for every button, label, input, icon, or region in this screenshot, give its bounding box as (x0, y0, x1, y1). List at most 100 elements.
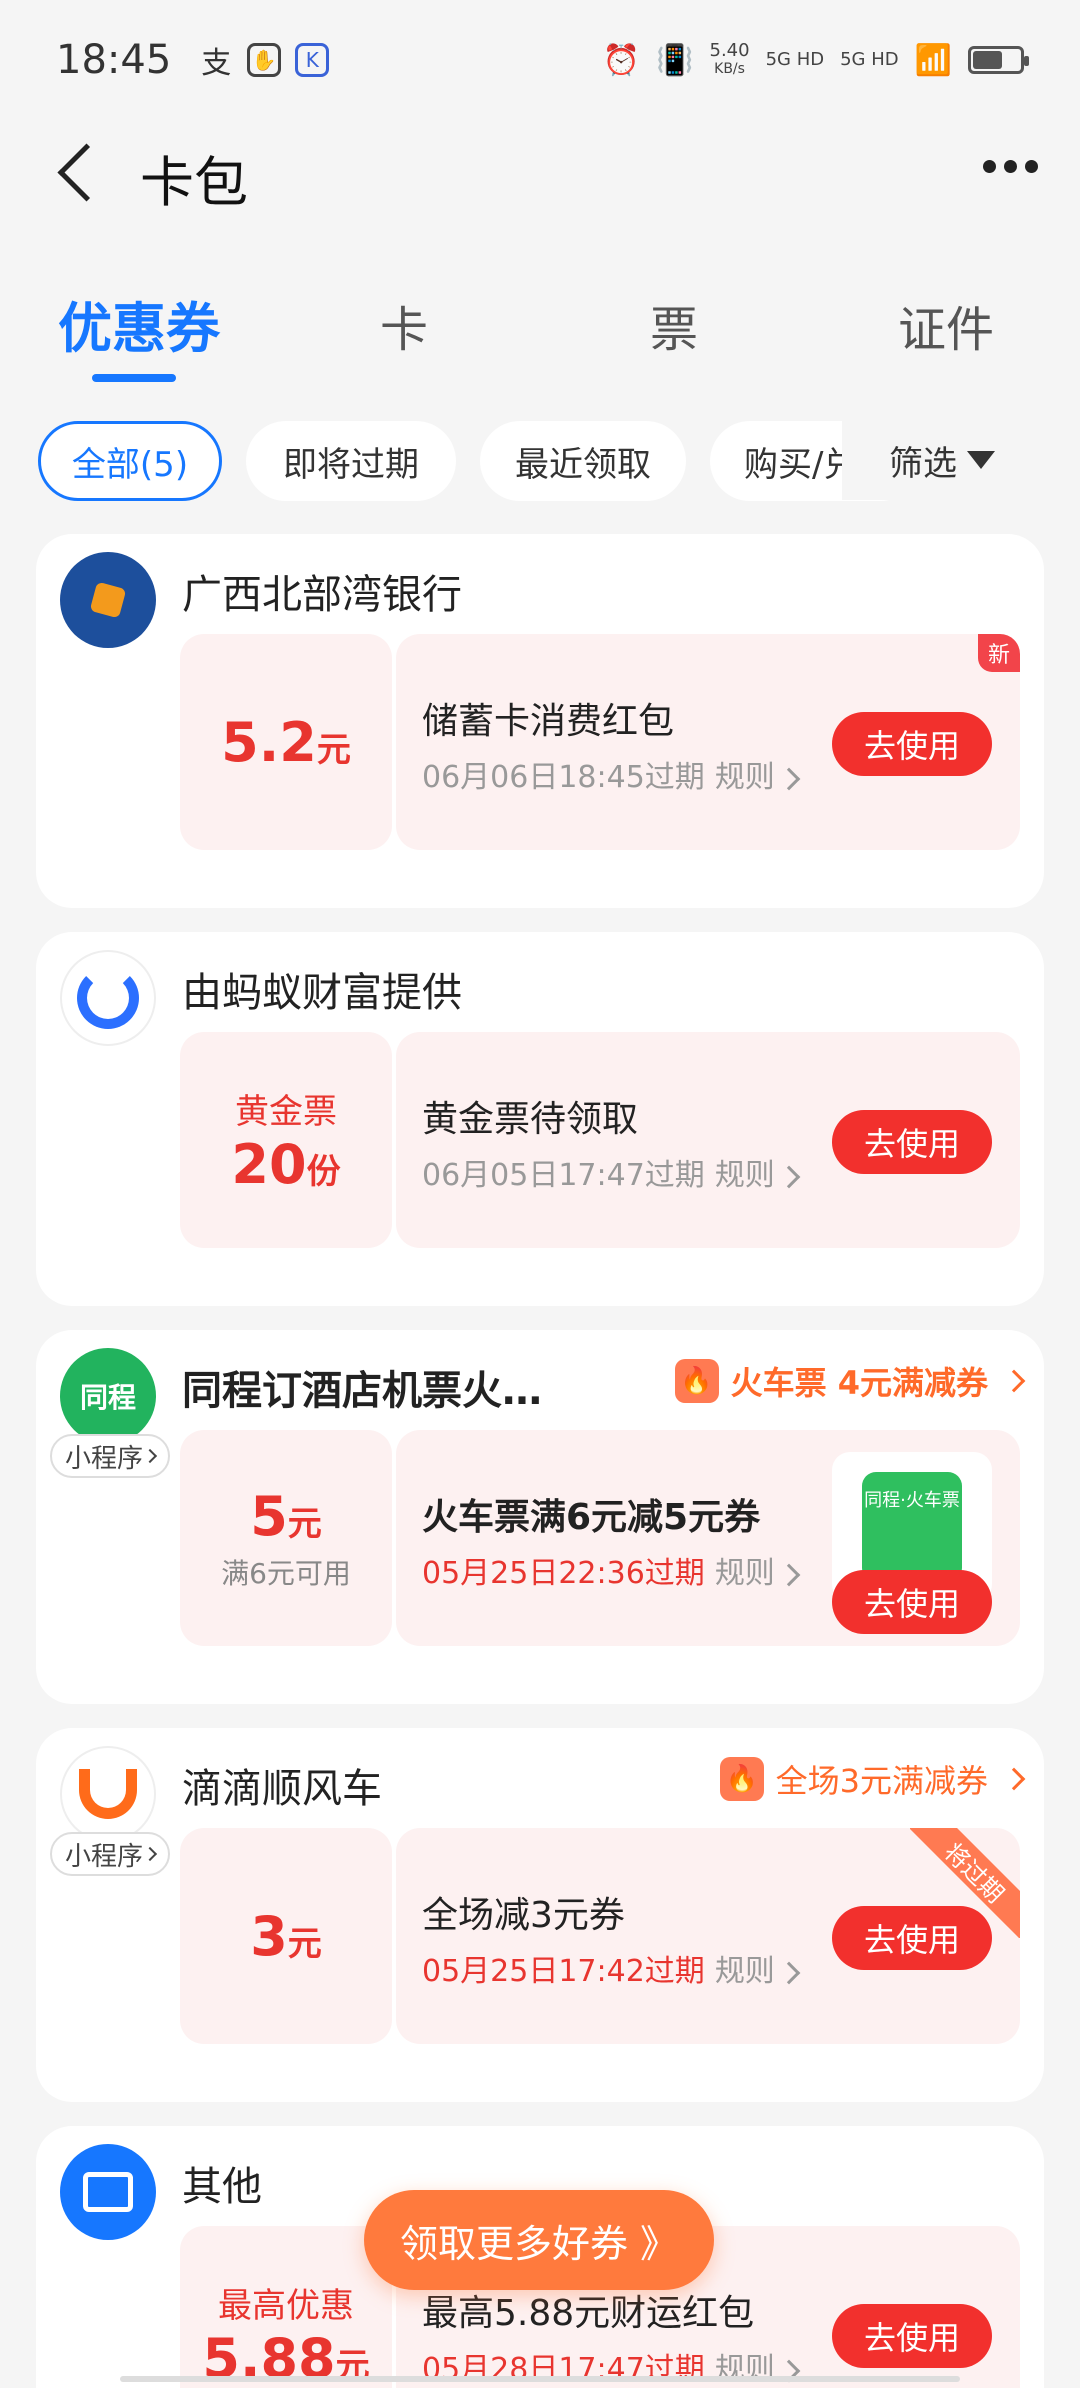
signal-1-icon: 5G HD (765, 49, 825, 70)
coupon-amount: 5元 满6元可用 (180, 1430, 392, 1646)
tongcheng-logo-icon: 同程 (60, 1348, 156, 1444)
status-bar: 18:45 支 ✋ K ⏰ 📳 5.40 KB/s 5G HD 5G HD 📶 (0, 0, 1080, 120)
coupon[interactable]: 3元 将过期 全场减3元券 05月25日17:42过期 规则 去使用 (180, 1828, 1020, 2044)
amount-value: 5 (250, 1484, 288, 1548)
system-icons: ⏰ 📳 5.40 KB/s 5G HD 5G HD 📶 (602, 42, 1029, 78)
promo-text: 火车票 4元满减券 (730, 1364, 988, 1402)
rule-label: 规则 (714, 1158, 775, 1193)
coupon-amount: 最高优惠 5.88元 (180, 2226, 392, 2388)
page-title: 卡包 (140, 151, 248, 214)
amount-value: 3 (250, 1904, 288, 1968)
store-logo-icon (60, 2144, 156, 2240)
mini-label: 小程序 (64, 1443, 143, 1474)
amount-unit: 元 (287, 1923, 322, 1964)
use-button[interactable]: 去使用 (832, 1110, 992, 1174)
more-icon[interactable] (983, 160, 1038, 173)
mini-program-badge[interactable]: 小程序 (50, 1832, 170, 1876)
amount-value: 5.2 (221, 710, 317, 774)
thumb-label: 同程·火车票 (862, 1472, 962, 1582)
amount-unit: 元 (287, 1503, 322, 1544)
coupon-expire: 05月25日17:42过期 规则 (422, 1946, 801, 1990)
home-indicator[interactable] (120, 2376, 960, 2382)
coupon-title: 储蓄卡消费红包 (422, 701, 675, 742)
vibrate-icon: 📳 (656, 42, 694, 78)
coupon-card: 同程 小程序 同程订酒店机票火… 🔥 火车票 4元满减券 5元 满6元可用 火车… (36, 1330, 1044, 1704)
expire-text: 05月25日22:36过期 (422, 1556, 705, 1591)
rule-link[interactable]: 规则 (714, 760, 801, 795)
coupon-info: 将过期 全场减3元券 05月25日17:42过期 规则 去使用 (396, 1828, 1020, 2044)
clock: 18:45 (56, 37, 172, 83)
expire-text: 05月25日17:42过期 (422, 1954, 705, 1989)
use-button[interactable]: 去使用 (832, 712, 992, 776)
amount-condition: 满6元可用 (221, 1556, 351, 1590)
use-button[interactable]: 去使用 (832, 1906, 992, 1970)
battery-icon (968, 46, 1029, 74)
coupon-info: 火车票满6元减5元券 05月25日22:36过期 规则 同程·火车票 去使用 (396, 1430, 1020, 1646)
coupon-info: 黄金票待领取 06月05日17:47过期 规则 去使用 (396, 1032, 1020, 1248)
filter-button[interactable]: 筛选 (842, 420, 1042, 500)
merchant-name: 由蚂蚁财富提供 (182, 970, 462, 1016)
coupon-title: 火车票满6元减5元券 (422, 1497, 761, 1538)
merchant-name: 滴滴顺风车 (182, 1766, 382, 1812)
coupon-expire: 06月05日17:47过期 规则 (422, 1150, 801, 1194)
net-speed: 5.40 KB/s (710, 42, 750, 78)
coupon-amount: 5.2元 (180, 634, 392, 850)
coupon-card: 小程序 滴滴顺风车 🔥 全场3元满减券 3元 将过期 全场减3元券 05月25日… (36, 1728, 1044, 2102)
notification-icons: 支 ✋ K (199, 43, 330, 81)
amount-label: 黄金票 (235, 1092, 337, 1132)
chip-recent[interactable]: 最近领取 (480, 421, 686, 501)
flame-icon: 🔥 (719, 1757, 764, 1801)
back-icon[interactable] (48, 136, 108, 206)
ant-wealth-logo-icon (60, 950, 156, 1046)
expire-text: 06月06日18:45过期 (422, 760, 705, 795)
rule-link[interactable]: 规则 (714, 1158, 801, 1193)
rule-label: 规则 (714, 760, 775, 795)
coupon-expire: 06月06日18:45过期 规则 (422, 752, 801, 796)
amount-unit: 份 (306, 1152, 341, 1192)
filter-label: 筛选 (889, 443, 957, 484)
tab-coupons[interactable]: 优惠券 (58, 284, 220, 363)
wifi-icon: 📶 (914, 42, 952, 78)
k-app-notify-icon: K (295, 43, 330, 77)
tab-tickets[interactable]: 票 (650, 290, 698, 360)
amount-label: 最高优惠 (218, 2286, 354, 2326)
tab-ids[interactable]: 证件 (898, 290, 994, 360)
amount-value: 20 (231, 1133, 307, 1196)
signal-2-icon: 5G HD (840, 49, 899, 70)
flame-icon: 🔥 (674, 1359, 719, 1403)
chip-expiring[interactable]: 即将过期 (246, 421, 456, 501)
logo-text: 同程 (79, 1381, 136, 1414)
new-badge: 新 (978, 634, 1020, 672)
coupon-card: 广西北部湾银行 5.2元 新 储蓄卡消费红包 06月06日18:45过期 规则 去… (36, 534, 1044, 908)
get-more-coupons-button[interactable]: 领取更多好券 》 (364, 2190, 714, 2290)
alipay-notify-icon: 支 (201, 46, 232, 81)
rule-link[interactable]: 规则 (715, 1954, 801, 1989)
merchant-name: 广西北部湾银行 (182, 572, 462, 618)
merchant-name: 其他 (182, 2164, 262, 2210)
mini-program-badge[interactable]: 小程序 (50, 1434, 170, 1478)
coupon-title: 全场减3元券 (422, 1895, 625, 1936)
promo-text: 全场3元满减券 (775, 1762, 988, 1800)
chip-all[interactable]: 全部(5) (38, 421, 222, 501)
coupon-amount: 黄金票 20份 (180, 1032, 392, 1248)
didi-logo-icon (60, 1746, 156, 1842)
coupon[interactable]: 5.2元 新 储蓄卡消费红包 06月06日18:45过期 规则 去使用 (180, 634, 1020, 850)
coupon-title: 最高5.88元财运红包 (422, 2293, 755, 2334)
promo-link[interactable]: 🔥 火车票 4元满减券 (674, 1358, 1026, 1404)
coupon-card: 由蚂蚁财富提供 黄金票 20份 黄金票待领取 06月05日17:47过期 规则 去… (36, 932, 1044, 1306)
rule-link[interactable]: 规则 (715, 1556, 801, 1591)
use-button[interactable]: 去使用 (832, 1570, 992, 1634)
use-button[interactable]: 去使用 (832, 2304, 992, 2368)
net-speed-value: 5.40 (709, 40, 750, 61)
coupon[interactable]: 黄金票 20份 黄金票待领取 06月05日17:47过期 规则 去使用 (180, 1032, 1020, 1248)
promo-link[interactable]: 🔥 全场3元满减券 (719, 1756, 1026, 1802)
tab-cards[interactable]: 卡 (380, 290, 428, 360)
mini-label: 小程序 (64, 1841, 143, 1872)
coupon[interactable]: 5元 满6元可用 火车票满6元减5元券 05月25日22:36过期 规则 同程·火… (180, 1430, 1020, 1646)
merchant-name: 同程订酒店机票火… (182, 1368, 542, 1414)
expire-text: 06月05日17:47过期 (422, 1158, 705, 1193)
alarm-icon: ⏰ (602, 42, 641, 78)
funnel-icon (967, 451, 995, 469)
nav-bar: 卡包 (0, 120, 1080, 220)
amount-unit: 元 (316, 729, 351, 770)
